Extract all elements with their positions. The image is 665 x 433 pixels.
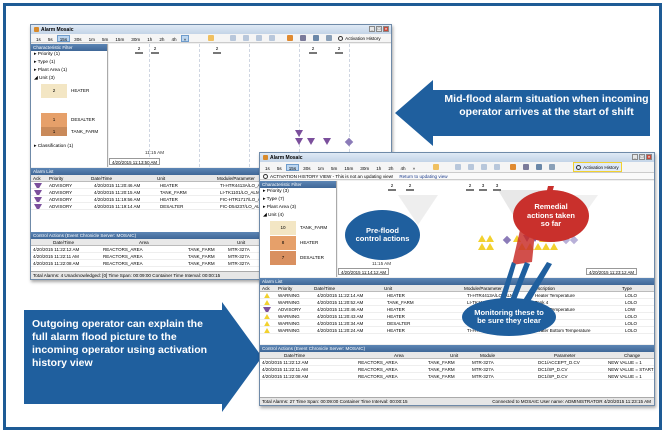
page: Alarm Mosaic _ □ × 1s 5s 15s 30s 1m 5m 15m… (0, 0, 665, 433)
callout-remedial-actions: Remedial actions taken so far (513, 190, 589, 242)
callout-monitoring: Monitoring these to be sure they clear (462, 298, 556, 336)
callout-preflood-actions: Pre-flood control actions (345, 210, 420, 260)
